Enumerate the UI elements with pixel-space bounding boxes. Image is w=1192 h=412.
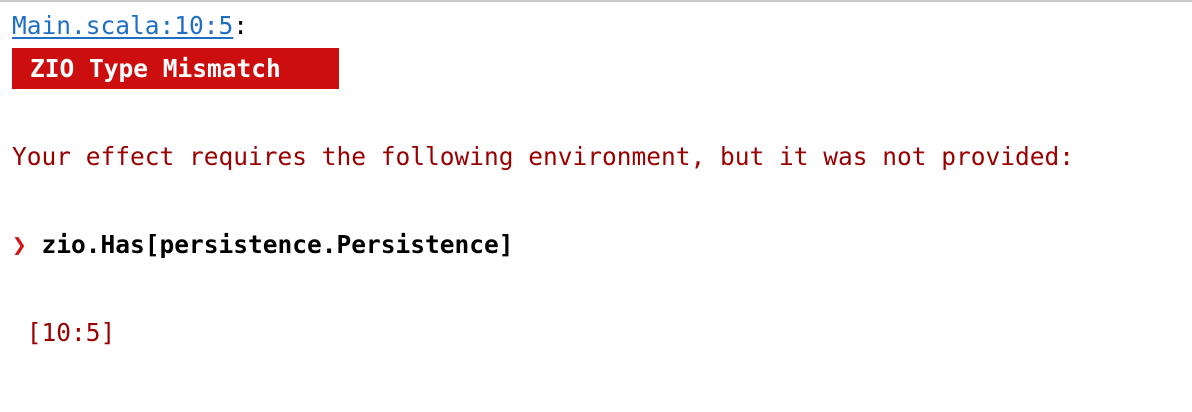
source-location-link[interactable]: Main.scala:10:5 xyxy=(12,11,233,40)
position-text: [10:5] xyxy=(26,318,116,347)
error-position: [10:5] xyxy=(12,318,116,348)
missing-requirement: ❯ zio.Has[persistence.Persistence] xyxy=(12,230,514,260)
error-message: Your effect requires the following envir… xyxy=(12,142,1075,171)
badge-title: ZIO Type Mismatch xyxy=(30,54,281,83)
location-line: Main.scala:10:5: xyxy=(12,11,248,41)
required-environment-type: zio.Has[persistence.Persistence] xyxy=(41,230,514,259)
location-colon: : xyxy=(233,11,249,40)
error-title-badge: ZIO Type Mismatch xyxy=(12,48,339,89)
chevron-right-icon: ❯ xyxy=(12,230,27,259)
top-divider xyxy=(0,0,1192,2)
